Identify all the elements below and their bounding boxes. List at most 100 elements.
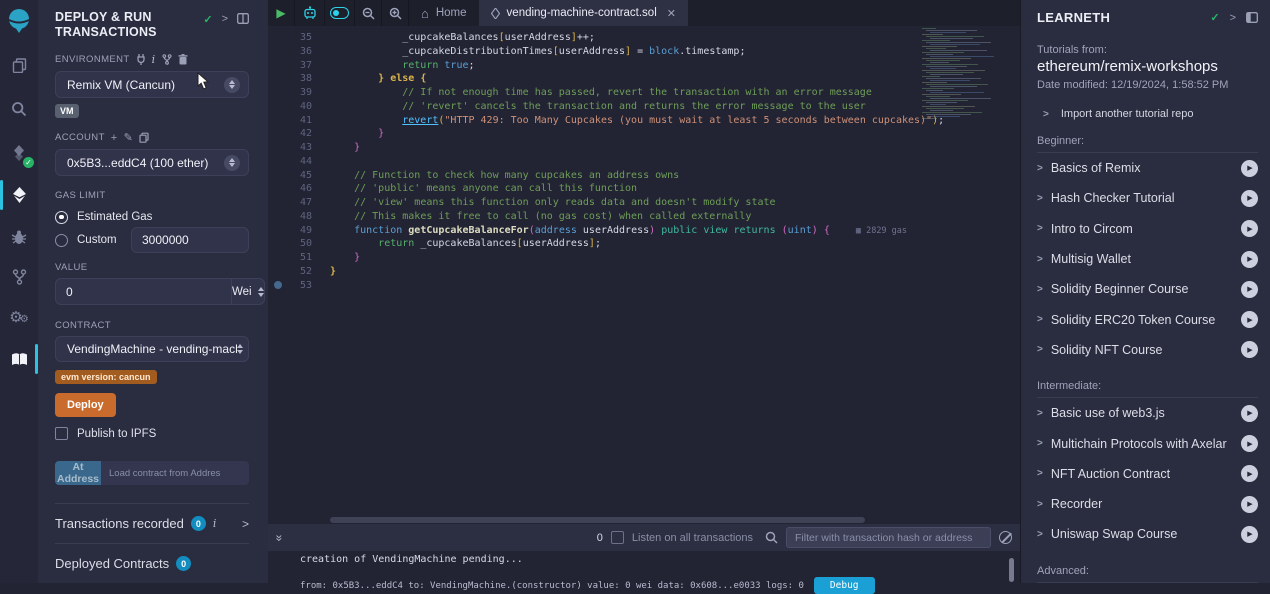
zoom-in-button[interactable] [382, 0, 409, 26]
line-number[interactable]: 40 [268, 100, 330, 114]
line-number[interactable]: 48 [268, 210, 330, 224]
transactions-recorded-row[interactable]: Transactions recorded 0 i > [55, 503, 249, 543]
value-unit-select[interactable]: Wei [231, 278, 265, 305]
play-tutorial-button[interactable]: ▶ [1241, 435, 1258, 452]
panel-expand-icon[interactable]: > [222, 13, 228, 25]
terminal-search-icon[interactable] [765, 531, 778, 544]
code-editor[interactable]: 35 _cupcakeBalances[userAddress]++;36 _c… [268, 26, 1020, 516]
line-number[interactable]: 37 [268, 59, 330, 73]
close-tab-icon[interactable]: ✕ [667, 7, 676, 20]
deploy-button[interactable]: Deploy [55, 393, 116, 417]
account-select[interactable]: 0x5B3...eddC4 (100 ether) [55, 149, 249, 176]
play-tutorial-button[interactable]: ▶ [1241, 190, 1258, 207]
ai-copilot-button[interactable] [295, 0, 325, 26]
play-tutorial-button[interactable]: ▶ [1241, 220, 1258, 237]
play-tutorial-button[interactable]: ▶ [1241, 160, 1258, 177]
environment-info-icon[interactable]: i [152, 53, 156, 66]
line-number[interactable]: 51 [268, 251, 330, 265]
tutorial-item[interactable]: >NFT Auction Contract▶ [1037, 459, 1258, 489]
estimated-gas-radio[interactable] [55, 211, 68, 224]
trash-icon[interactable] [178, 54, 188, 65]
transaction-filter-input[interactable] [786, 527, 991, 548]
line-number[interactable]: 35 [268, 31, 330, 45]
terminal-log[interactable]: creation of VendingMachine pending... fr… [268, 551, 1020, 583]
sidebar-item-git[interactable] [0, 260, 38, 294]
learneth-expand-icon[interactable]: > [1230, 12, 1236, 24]
publish-ipfs-checkbox[interactable] [55, 427, 68, 440]
plug-icon[interactable] [136, 54, 146, 65]
tutorial-item[interactable]: >Basic use of web3.js▶ [1037, 398, 1258, 428]
line-number[interactable]: 46 [268, 182, 330, 196]
tutorial-item[interactable]: >Intro to Circom▶ [1037, 214, 1258, 244]
deployed-contracts-row[interactable]: Deployed Contracts 0 [55, 543, 249, 583]
line-number[interactable]: 41 [268, 114, 330, 128]
add-account-icon[interactable]: + [111, 132, 118, 144]
line-number[interactable]: 44 [268, 155, 330, 169]
tab-home[interactable]: ⌂ Home [409, 0, 479, 26]
editor-hscrollbar[interactable] [268, 516, 1020, 524]
at-address-input[interactable] [101, 461, 249, 485]
play-tutorial-button[interactable]: ▶ [1241, 281, 1258, 298]
tutorial-item[interactable]: >Multisig Wallet▶ [1037, 244, 1258, 274]
learneth-pin-icon[interactable] [1246, 12, 1258, 23]
play-tutorial-button[interactable]: ▶ [1241, 251, 1258, 268]
contract-select[interactable]: VendingMachine - vending-machin [55, 336, 249, 362]
breakpoint-dot[interactable] [274, 281, 282, 289]
play-tutorial-button[interactable]: ▶ [1241, 496, 1258, 513]
line-number[interactable]: 50 [268, 237, 330, 251]
line-number[interactable]: 49 [268, 224, 330, 238]
at-address-button[interactable]: At Address [55, 461, 101, 485]
tutorial-item[interactable]: >Basics of Remix▶ [1037, 153, 1258, 183]
tab-file[interactable]: vending-machine-contract.sol ✕ [479, 0, 688, 26]
terminal-vscrollbar[interactable] [1009, 558, 1014, 582]
panel-pin-icon[interactable] [237, 13, 249, 24]
remix-logo[interactable] [0, 0, 38, 42]
transactions-info-icon[interactable]: i [213, 517, 217, 530]
hscrollbar-thumb[interactable] [330, 517, 865, 523]
line-number[interactable]: 36 [268, 45, 330, 59]
run-script-button[interactable]: ▶ [268, 0, 295, 26]
tutorial-item[interactable]: >Solidity Beginner Course▶ [1037, 274, 1258, 304]
sidebar-item-settings[interactable]: ⚙⚙ [0, 300, 38, 334]
sidebar-item-solidity-compiler[interactable]: ✓ [0, 136, 38, 170]
copilot-toggle[interactable] [325, 0, 355, 26]
sidebar-item-deploy-run[interactable] [0, 178, 38, 212]
sidebar-item-file-explorer[interactable] [0, 48, 38, 82]
line-number[interactable]: 38 [268, 72, 330, 86]
fork-environment-icon[interactable] [162, 54, 172, 65]
zoom-out-button[interactable] [355, 0, 382, 26]
play-tutorial-button[interactable]: ▶ [1241, 465, 1258, 482]
chevron-right-icon[interactable]: > [242, 517, 249, 531]
sidebar-item-search[interactable] [0, 92, 38, 126]
value-input[interactable] [55, 278, 231, 305]
tutorial-item[interactable]: >Hash Checker Tutorial▶ [1037, 183, 1258, 213]
custom-gas-radio[interactable] [55, 234, 68, 247]
sidebar-item-learneth[interactable] [0, 342, 38, 376]
play-tutorial-button[interactable]: ▶ [1241, 341, 1258, 358]
line-number[interactable]: 43 [268, 141, 330, 155]
custom-gas-input[interactable] [131, 227, 249, 253]
tutorial-item[interactable]: >Uniswap Swap Course▶ [1037, 519, 1258, 549]
minimap[interactable] [922, 28, 1008, 124]
environment-select[interactable]: Remix VM (Cancun) [55, 71, 249, 98]
clear-terminal-icon[interactable] [999, 531, 1012, 544]
play-tutorial-button[interactable]: ▶ [1241, 405, 1258, 422]
tutorial-item[interactable]: >Multichain Protocols with Axelar▶ [1037, 428, 1258, 458]
line-number[interactable]: 42 [268, 127, 330, 141]
terminal-collapse-icon[interactable]: » [272, 534, 286, 541]
play-tutorial-button[interactable]: ▶ [1241, 526, 1258, 543]
play-tutorial-button[interactable]: ▶ [1241, 311, 1258, 328]
line-number[interactable]: 39 [268, 86, 330, 100]
line-number[interactable]: 45 [268, 169, 330, 183]
line-number[interactable]: 53 [268, 279, 330, 293]
tutorial-item[interactable]: >Solidity NFT Course▶ [1037, 335, 1258, 365]
copy-account-icon[interactable] [139, 132, 149, 143]
line-number[interactable]: 47 [268, 196, 330, 210]
import-tutorial-repo[interactable]: > Import another tutorial repo [1037, 108, 1258, 120]
edit-account-icon[interactable]: ✎ [124, 131, 134, 144]
tutorial-item[interactable]: >Recorder▶ [1037, 489, 1258, 519]
line-number[interactable]: 52 [268, 265, 330, 279]
listen-all-checkbox[interactable] [611, 531, 624, 544]
tutorial-item[interactable]: >Solidity ERC20 Token Course▶ [1037, 304, 1258, 334]
sidebar-item-debugger[interactable] [0, 220, 38, 254]
